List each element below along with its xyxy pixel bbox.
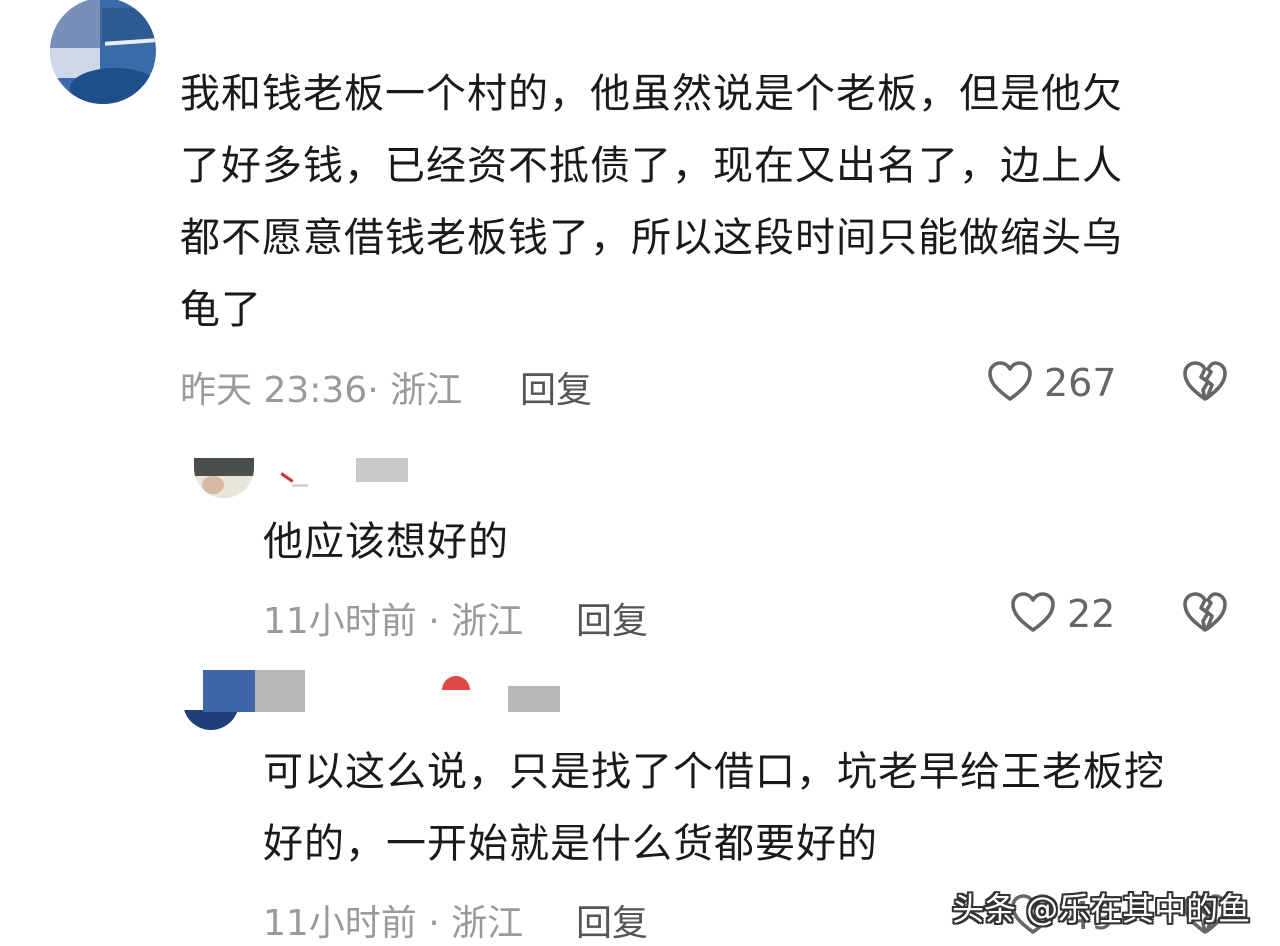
comment-line: 龟了 [180, 287, 262, 333]
username-redacted [255, 670, 305, 712]
comment-line: 了好多钱，已经资不抵债了，现在又出名了，边上人 [180, 143, 1123, 189]
comment-line: 他应该想好的 [263, 519, 509, 565]
comment-time-location: 昨天 23:36· 浙江 [180, 370, 463, 411]
comment-line: 可以这么说，只是找了个借口，坑老早给王老板挖 [263, 749, 1165, 795]
reply-text: 可以这么说，只是找了个借口，坑老早给王老板挖 好的，一开始就是什么货都要好的 [263, 736, 1253, 880]
like-count: 22 [1067, 592, 1116, 636]
comment-text: 我和钱老板一个村的，他虽然说是个老板，但是他欠 了好多钱，已经资不抵债了，现在又… [180, 58, 1240, 346]
heart-outline-icon[interactable] [986, 358, 1034, 406]
avatar[interactable] [194, 458, 254, 498]
heart-outline-icon[interactable] [1009, 589, 1057, 637]
reply-button[interactable]: 回复 [576, 894, 648, 946]
username-redacted [276, 470, 316, 494]
username-redacted [508, 686, 560, 712]
avatar[interactable] [50, 0, 156, 104]
comment-time-location: 11小时前 · 浙江 [263, 903, 524, 944]
username-redacted [356, 458, 408, 482]
comment-line: 好的，一开始就是什么货都要好的 [263, 821, 878, 867]
watermark: 头条 @乐在其中的鱼 [952, 890, 1251, 928]
reply-text: 他应该想好的 [263, 506, 1163, 578]
broken-heart-icon[interactable] [1181, 589, 1229, 637]
like-count: 267 [1044, 361, 1117, 405]
username-redacted [203, 670, 255, 712]
reply-button[interactable]: 回复 [520, 361, 592, 413]
comment-line: 都不愿意借钱老板钱了，所以这段时间只能做缩头乌 [180, 215, 1123, 261]
comment-time-location: 11小时前 · 浙江 [263, 601, 524, 642]
username-redacted [442, 676, 470, 690]
comment-line: 我和钱老板一个村的，他虽然说是个老板，但是他欠 [180, 71, 1123, 117]
reply-button[interactable]: 回复 [576, 592, 648, 644]
broken-heart-icon[interactable] [1181, 358, 1229, 406]
